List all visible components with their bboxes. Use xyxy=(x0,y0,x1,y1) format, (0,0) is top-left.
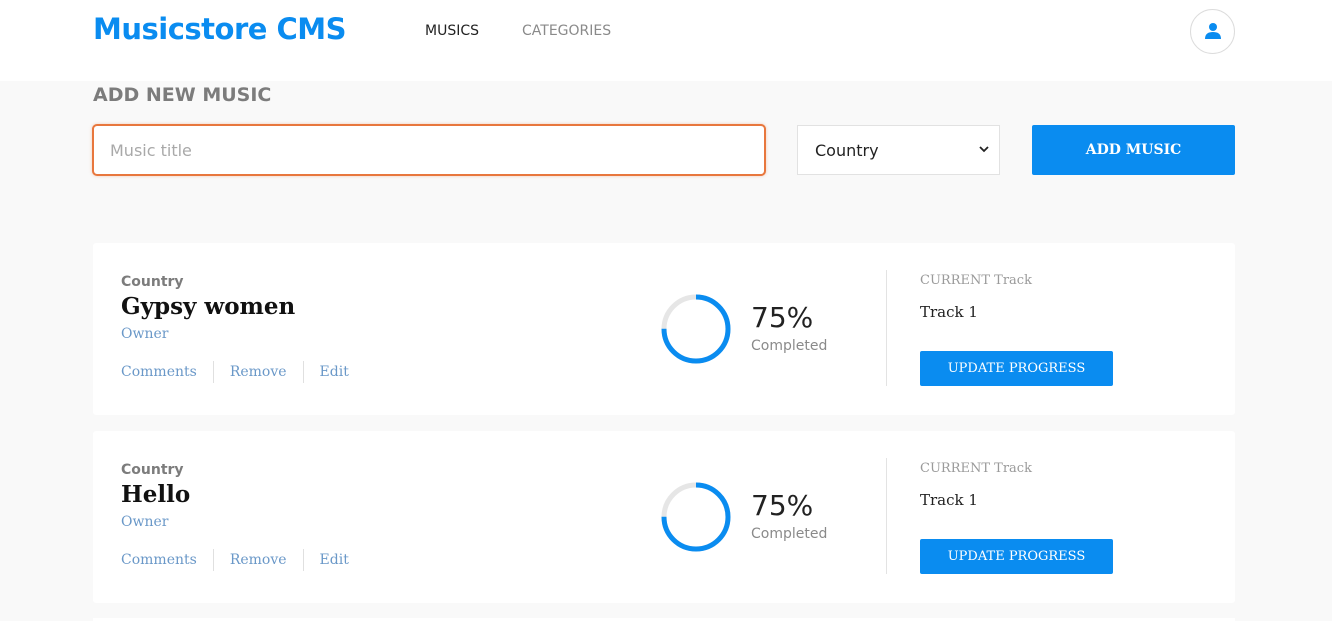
music-title: Gypsy women xyxy=(121,293,296,320)
music-actions: Comments Remove Edit xyxy=(121,361,349,383)
divider xyxy=(886,458,887,574)
music-card: Country Hello Owner Comments Remove Edit… xyxy=(93,431,1235,603)
nav-musics[interactable]: MUSICS xyxy=(425,23,479,39)
edit-link[interactable]: Edit xyxy=(304,549,349,571)
comments-link[interactable]: Comments xyxy=(121,549,214,571)
progress-caption: Completed xyxy=(751,338,828,354)
music-owner: Owner xyxy=(121,326,169,342)
user-icon xyxy=(1205,23,1221,39)
category-select-value: Country xyxy=(815,141,879,160)
remove-link[interactable]: Remove xyxy=(214,549,304,571)
current-track-value: Track 1 xyxy=(920,491,978,509)
progress-ring xyxy=(661,482,731,552)
current-track-label: CURRENT Track xyxy=(920,461,1032,476)
music-owner: Owner xyxy=(121,514,169,530)
add-music-button[interactable]: ADD MUSIC xyxy=(1032,125,1235,175)
music-title-input[interactable] xyxy=(92,124,766,176)
progress-ring xyxy=(661,294,731,364)
nav-categories[interactable]: CATEGORIES xyxy=(522,23,611,39)
current-track-value: Track 1 xyxy=(920,303,978,321)
category-select[interactable]: Country xyxy=(797,125,1000,175)
music-genre: Country xyxy=(121,274,184,290)
remove-link[interactable]: Remove xyxy=(214,361,304,383)
comments-link[interactable]: Comments xyxy=(121,361,214,383)
divider xyxy=(886,270,887,386)
update-progress-button[interactable]: UPDATE PROGRESS xyxy=(920,351,1113,386)
music-title: Hello xyxy=(121,481,191,508)
add-music-heading: ADD NEW MUSIC xyxy=(93,84,272,106)
user-avatar-button[interactable] xyxy=(1190,9,1235,54)
brand-logo[interactable]: Musicstore CMS xyxy=(93,12,347,46)
progress-caption: Completed xyxy=(751,526,828,542)
edit-link[interactable]: Edit xyxy=(304,361,349,383)
top-header: Musicstore CMS MUSICS CATEGORIES xyxy=(0,0,1332,81)
progress-percent: 75% xyxy=(751,301,814,334)
current-track-label: CURRENT Track xyxy=(920,273,1032,288)
chevron-down-icon xyxy=(979,146,989,153)
music-genre: Country xyxy=(121,462,184,478)
music-card: Country Gypsy women Owner Comments Remov… xyxy=(93,243,1235,415)
update-progress-button[interactable]: UPDATE PROGRESS xyxy=(920,539,1113,574)
progress-percent: 75% xyxy=(751,489,814,522)
music-actions: Comments Remove Edit xyxy=(121,549,349,571)
